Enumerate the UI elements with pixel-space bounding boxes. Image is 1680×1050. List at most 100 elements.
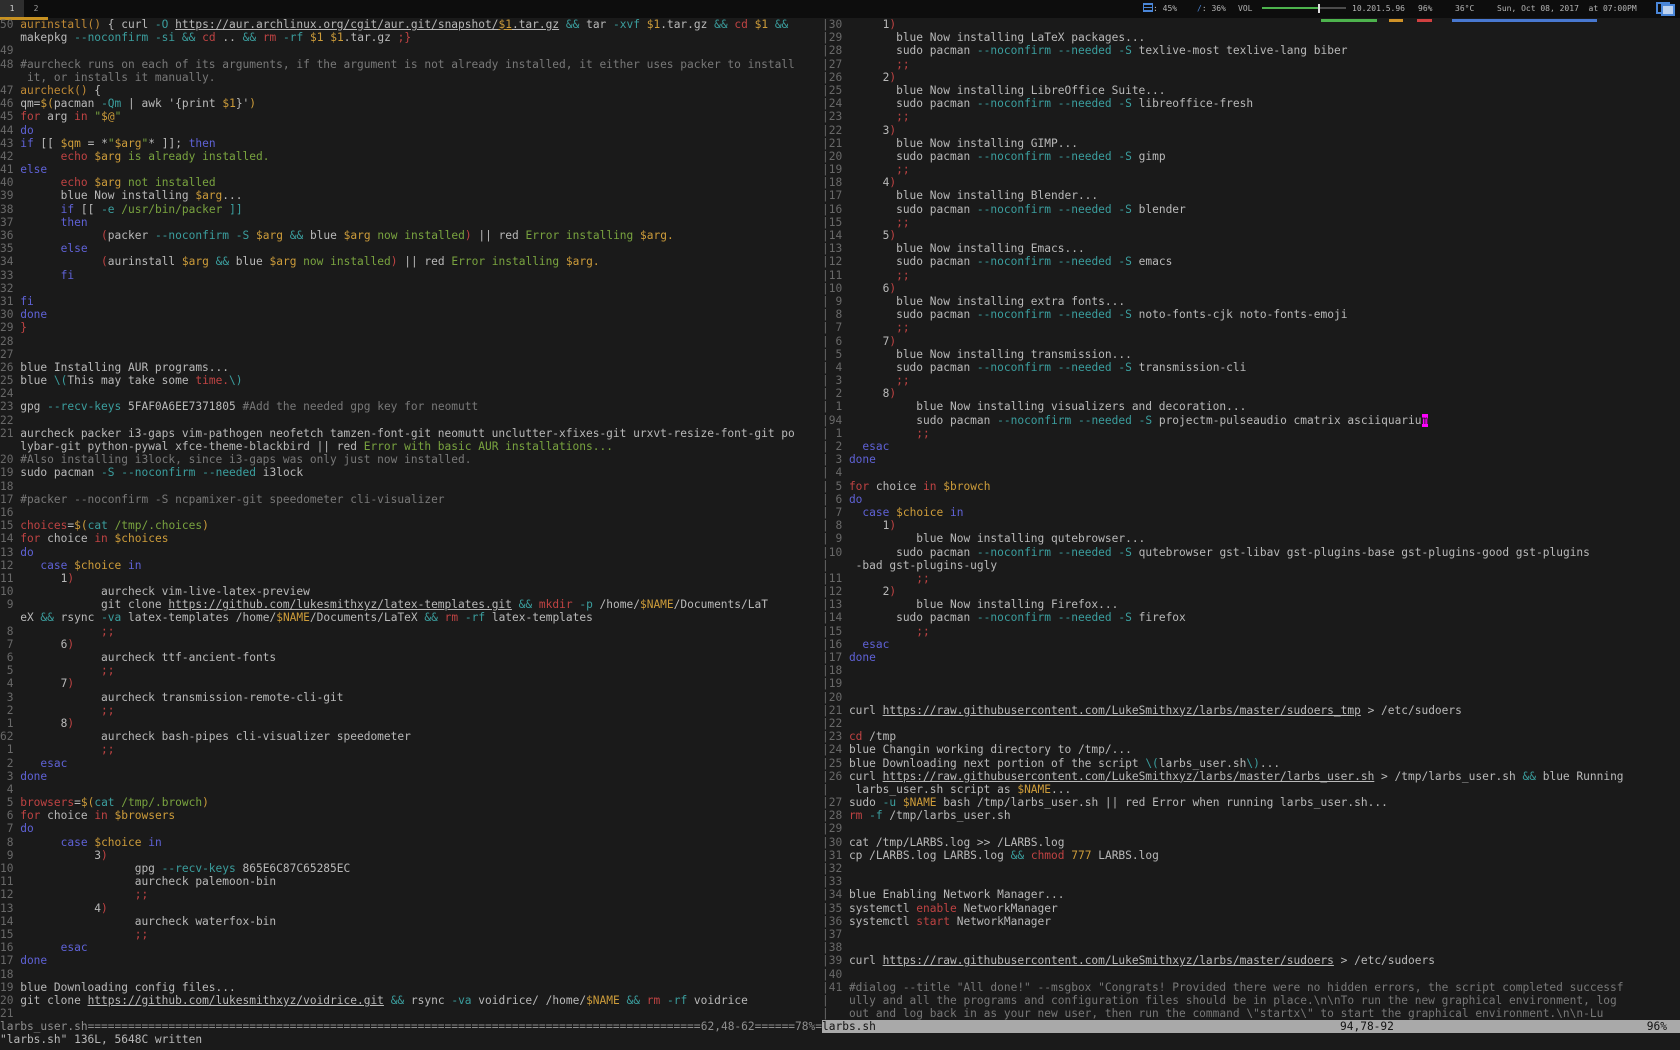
display-icon[interactable] (1656, 2, 1675, 16)
code-cell-left[interactable]: 5browsers=$(cat /tmp/.browch) (0, 796, 822, 809)
code-cell-left[interactable]: 32 (0, 282, 822, 295)
code-row[interactable]: it, or installs it manually.|26 2) (0, 71, 1680, 84)
code-row[interactable]: 18|40 (0, 968, 1680, 981)
code-row[interactable]: 45for arg in "$@"|23 ;; (0, 110, 1680, 123)
code-cell-right[interactable]: |13 blue Now installing Emacs... (822, 242, 1680, 255)
code-row[interactable]: 19sudo pacman -S --noconfirm --needed i3… (0, 466, 1680, 479)
code-cell-left[interactable]: 7 6) (0, 638, 822, 651)
code-row[interactable]: 26blue Installing AUR programs...|4 sudo… (0, 361, 1680, 374)
code-cell-right[interactable]: |20 (822, 691, 1680, 704)
code-cell-left[interactable]: 27 (0, 348, 822, 361)
workspace-1[interactable]: 1 (0, 0, 24, 18)
code-cell-right[interactable]: |21 blue Now installing GIMP... (822, 137, 1680, 150)
code-row[interactable]: 34 (aurinstall $arg && blue $arg now ins… (0, 255, 1680, 268)
code-cell-left[interactable]: 33 fi (0, 269, 822, 282)
code-cell-left[interactable]: 35 else (0, 242, 822, 255)
code-row[interactable]: 5 ;;|18 (0, 664, 1680, 677)
code-row[interactable]: 44do|22 3) (0, 124, 1680, 137)
code-cell-left[interactable]: 34 (aurinstall $arg && blue $arg now ins… (0, 255, 822, 268)
code-cell-right[interactable]: |22 3) (822, 124, 1680, 137)
code-cell-right[interactable]: |6do (822, 493, 1680, 506)
code-cell-left[interactable]: 41else (0, 163, 822, 176)
code-row[interactable]: 1 8)|22 (0, 717, 1680, 730)
code-row[interactable]: 16|7 case $choice in (0, 506, 1680, 519)
code-row[interactable]: 39 blue Now installing $arg...|17 blue N… (0, 189, 1680, 202)
code-cell-left[interactable]: 36 (packer --noconfirm -S $arg && blue $… (0, 229, 822, 242)
code-cell-left[interactable]: 20#Also installing i3lock, since i3-gaps… (0, 453, 822, 466)
code-cell-right[interactable]: |18 (822, 664, 1680, 677)
code-cell-left[interactable]: it, or installs it manually. (0, 71, 822, 84)
code-cell-right[interactable]: |40 (822, 968, 1680, 981)
code-cell-left[interactable]: 7do (0, 822, 822, 835)
code-cell-right[interactable]: |20 sudo pacman --noconfirm --needed -S … (822, 150, 1680, 163)
code-cell-right[interactable]: |23cd /tmp (822, 730, 1680, 743)
code-row[interactable]: 37 then|15 ;; (0, 216, 1680, 229)
code-cell-left[interactable]: 4 7) (0, 677, 822, 690)
code-cell-left[interactable]: 43if [[ $qm = *"$arg"* ]]; then (0, 137, 822, 150)
code-cell-right[interactable]: |25 blue Now installing LibreOffice Suit… (822, 84, 1680, 97)
code-cell-right[interactable]: |16 esac (822, 638, 1680, 651)
code-cell-right[interactable]: |8 sudo pacman --noconfirm --needed -S n… (822, 308, 1680, 321)
code-cell-right[interactable]: |29 blue Now installing LaTeX packages..… (822, 31, 1680, 44)
code-cell-left[interactable]: 4 (0, 783, 822, 796)
code-cell-left[interactable]: 2 ;; (0, 704, 822, 717)
code-cell-left[interactable]: 37 then (0, 216, 822, 229)
code-row[interactable]: 15choices=$(cat /tmp/.choices)|8 1) (0, 519, 1680, 532)
code-cell-left[interactable]: 17done (0, 954, 822, 967)
code-cell-right[interactable]: |7 case $choice in (822, 506, 1680, 519)
code-cell-left[interactable]: 18 (0, 480, 822, 493)
code-row[interactable]: 35 else|13 blue Now installing Emacs... (0, 242, 1680, 255)
code-row[interactable]: 9 git clone https://github.com/lukesmith… (0, 598, 1680, 611)
code-cell-left[interactable]: 23gpg --recv-keys 5FAF0A6EE7371805 #Add … (0, 400, 822, 413)
code-row[interactable]: 3done|26curl https://raw.githubuserconte… (0, 770, 1680, 783)
code-cell-right[interactable]: |14 5) (822, 229, 1680, 242)
code-cell-left[interactable]: 3 aurcheck transmission-remote-cli-git (0, 691, 822, 704)
code-cell-left[interactable]: 28 (0, 335, 822, 348)
code-cell-right[interactable]: |30 1) (822, 18, 1680, 31)
code-cell-right[interactable]: |36systemctl start NetworkManager (822, 915, 1680, 928)
code-row[interactable]: 11 1)|11 ;; (0, 572, 1680, 585)
code-cell-left[interactable]: 40 echo $arg not installed (0, 176, 822, 189)
code-cell-left[interactable]: makepkg --noconfirm -si && cd .. && rm -… (0, 31, 822, 44)
code-row[interactable]: 46qm=$(pacman -Qm | awk '{print $1}')|24… (0, 97, 1680, 110)
code-row[interactable]: 6for choice in $browsers|28rm -f /tmp/la… (0, 809, 1680, 822)
code-cell-right[interactable]: |3done (822, 453, 1680, 466)
code-cell-left[interactable]: 22 (0, 414, 822, 427)
code-cell-left[interactable]: 50aurinstall() { curl -O https://aur.arc… (0, 18, 822, 31)
code-row[interactable]: 8 case $choice in|30cat /tmp/LARBS.log >… (0, 836, 1680, 849)
code-cell-right[interactable]: |10 sudo pacman --noconfirm --needed -S … (822, 546, 1680, 559)
code-cell-left[interactable]: 39 blue Now installing $arg... (0, 189, 822, 202)
code-cell-right[interactable]: |4 (822, 466, 1680, 479)
code-cell-left[interactable]: 1 ;; (0, 743, 822, 756)
code-row[interactable]: 22|94 sudo pacman --noconfirm --needed -… (0, 414, 1680, 427)
code-row[interactable]: 21aurcheck packer i3-gaps vim-pathogen n… (0, 427, 1680, 440)
code-cell-left[interactable]: 9 git clone https://github.com/lukesmith… (0, 598, 822, 611)
code-cell-right[interactable]: |35systemctl enable NetworkManager (822, 902, 1680, 915)
code-cell-left[interactable]: 12 case $choice in (0, 559, 822, 572)
code-cell-left[interactable]: 8 ;; (0, 625, 822, 638)
code-cell-left[interactable]: 3done (0, 770, 822, 783)
code-cell-left[interactable]: 16 (0, 506, 822, 519)
code-row[interactable]: 3 aurcheck transmission-remote-cli-git|2… (0, 691, 1680, 704)
code-row[interactable]: 48#aurcheck runs on each of its argument… (0, 58, 1680, 71)
code-cell-right[interactable]: |21curl https://raw.githubusercontent.co… (822, 704, 1680, 717)
code-cell-left[interactable]: 21aurcheck packer i3-gaps vim-pathogen n… (0, 427, 822, 440)
code-row[interactable]: 11 aurcheck palemoon-bin|33 (0, 875, 1680, 888)
code-cell-right[interactable]: |3 ;; (822, 374, 1680, 387)
code-cell-left[interactable]: 6for choice in $browsers (0, 809, 822, 822)
code-cell-right[interactable]: | larbs_user.sh script as $NAME... (822, 783, 1680, 796)
code-cell-left[interactable]: 44do (0, 124, 822, 137)
code-row[interactable]: 42 echo $arg is already installed.|20 su… (0, 150, 1680, 163)
code-cell-right[interactable]: |24blue Changin working directory to /tm… (822, 743, 1680, 756)
code-cell-left[interactable]: 12 ;; (0, 888, 822, 901)
code-row[interactable]: 19blue Downloading config files...|41#di… (0, 981, 1680, 994)
code-cell-left[interactable]: 25blue \(This may take some time.\) (0, 374, 822, 387)
code-row[interactable]: 9 3)|31cp /LARBS.log LARBS.log && chmod … (0, 849, 1680, 862)
code-cell-left[interactable]: 31fi (0, 295, 822, 308)
code-cell-right[interactable]: |10 6) (822, 282, 1680, 295)
code-cell-right[interactable]: |19 (822, 677, 1680, 690)
code-cell-right[interactable]: |1 blue Now installing visualizers and d… (822, 400, 1680, 413)
code-cell-right[interactable]: |28 sudo pacman --noconfirm --needed -S … (822, 44, 1680, 57)
code-cell-right[interactable]: |16 sudo pacman --noconfirm --needed -S … (822, 203, 1680, 216)
code-row[interactable]: 24|2 8) (0, 387, 1680, 400)
